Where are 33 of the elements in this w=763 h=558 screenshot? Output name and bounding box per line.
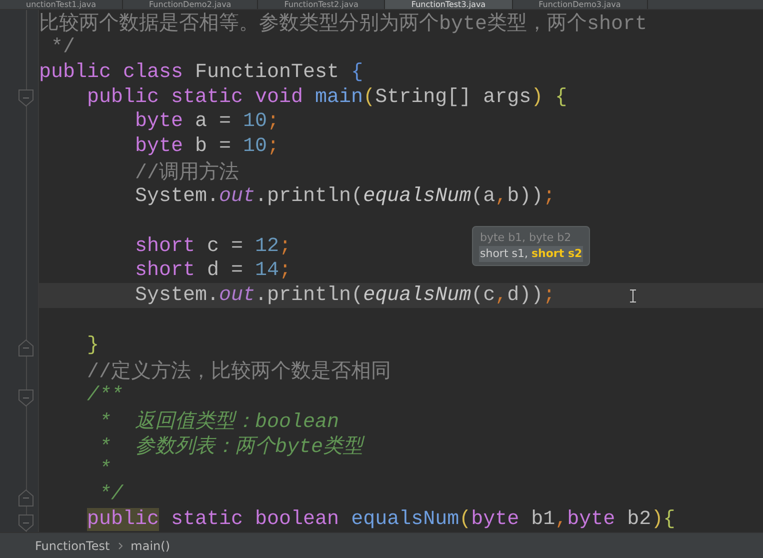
code-line: * 参数列表：两个byte类型 (98, 434, 364, 458)
fold-collapse-icon[interactable] (18, 514, 34, 532)
code-line: public static void main(String[] args) { (86, 84, 568, 110)
fold-collapse-icon[interactable] (18, 388, 34, 406)
code-line: short c = 12; (134, 234, 292, 258)
file-tab[interactable]: unctionTest1.java (0, 0, 124, 9)
code-line: */ (50, 35, 76, 60)
text-cursor-icon (630, 289, 636, 303)
breadcrumb-item[interactable]: FunctionTest (35, 538, 110, 552)
code-line: 比较两个数据是否相等。参数类型分别为两个byte类型，两个short (39, 12, 648, 35)
file-tab[interactable]: FunctionDemo2.java (123, 0, 258, 9)
code-line: //调用方法 (134, 160, 240, 184)
fold-end-icon[interactable] (18, 488, 34, 506)
code-line: * 返回值类型：boolean (98, 410, 340, 433)
code-line: byte a = 10; (134, 109, 280, 134)
code-line: //定义方法，比较两个数是否相同 (86, 359, 392, 383)
file-tab[interactable]: FunctionTest3.java (385, 0, 513, 9)
code-line: } (86, 332, 100, 358)
code-line: short d = 14; (134, 258, 292, 284)
code-line: public static boolean equalsNum(byte b1,byte b2){ (86, 507, 676, 532)
code-line: /** (86, 382, 124, 408)
chevron-right-icon (118, 542, 123, 550)
code-line: */ (98, 482, 124, 508)
file-tab[interactable]: FunctionDemo3.java (512, 0, 648, 9)
fold-end-icon[interactable] (18, 338, 34, 356)
code-line: byte b = 10; (134, 134, 280, 160)
code-line: * (98, 458, 112, 482)
parameter-signature: byte b1, byte b2 (479, 230, 572, 246)
code-line: public class FunctionTest { (39, 60, 364, 85)
parameter-signature: short s1, short s2 (479, 246, 584, 262)
code-line: System.out.println(equalsNum(a,b)); (134, 184, 556, 209)
fold-collapse-icon[interactable] (18, 88, 34, 106)
breadcrumb-item[interactable]: main() (130, 538, 170, 552)
